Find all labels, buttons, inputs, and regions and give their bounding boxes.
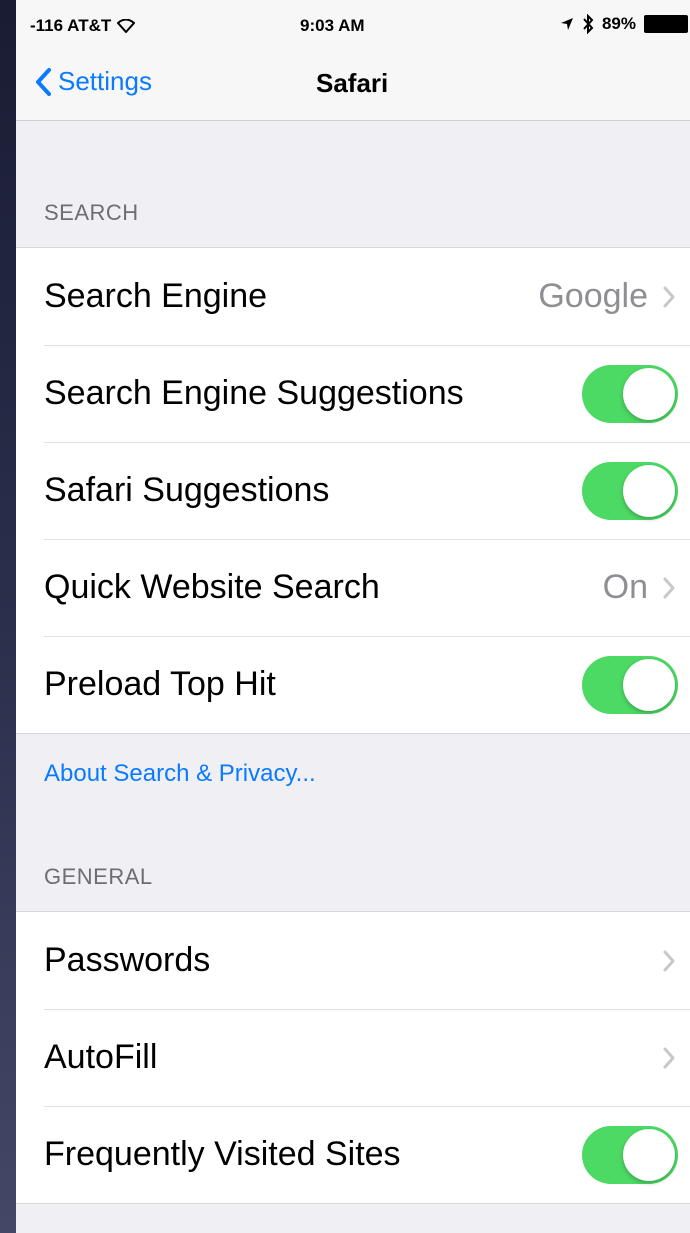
chevron-right-icon	[663, 1047, 675, 1068]
toggle-knob	[623, 464, 675, 517]
navigation-bar: Settings Safari	[16, 50, 690, 121]
chevron-left-icon	[36, 67, 51, 96]
row-label: Passwords	[44, 941, 211, 979]
safari-settings-screen: -116 AT&T 9:03 AM 89% Settings Safari SE…	[16, 0, 690, 1233]
status-time: 9:03 AM	[300, 16, 365, 35]
row-label: Frequently Visited Sites	[44, 1135, 401, 1173]
row-safari-suggestions: Safari Suggestions	[16, 442, 690, 539]
frequently-visited-sites-toggle[interactable]	[582, 1125, 678, 1184]
carrier-signal: -116 AT&T	[30, 16, 112, 35]
page-title: Safari	[316, 68, 389, 98]
section-header-search: SEARCH	[44, 200, 139, 225]
chevron-right-icon	[663, 577, 675, 598]
row-label: Preload Top Hit	[44, 665, 276, 703]
toggle-knob	[623, 658, 675, 711]
row-autofill[interactable]: AutoFill	[16, 1009, 690, 1106]
status-left: -116 AT&T	[30, 16, 136, 36]
row-label: Quick Website Search	[44, 568, 380, 606]
status-right: 89%	[560, 14, 688, 34]
bluetooth-icon	[583, 14, 594, 34]
about-search-privacy-link[interactable]: About Search & Privacy...	[44, 760, 316, 788]
row-frequently-visited-sites: Frequently Visited Sites	[16, 1106, 690, 1203]
row-label: Search Engine Suggestions	[44, 374, 464, 412]
row-quick-website-search[interactable]: Quick Website Search On	[16, 539, 690, 636]
chevron-right-icon	[663, 950, 675, 971]
row-passwords[interactable]: Passwords	[16, 912, 690, 1009]
chevron-right-icon	[663, 286, 675, 307]
location-icon	[560, 18, 573, 30]
search-engine-suggestions-toggle[interactable]	[582, 364, 678, 423]
preload-top-hit-toggle[interactable]	[582, 655, 678, 714]
row-search-engine[interactable]: Search Engine Google	[16, 248, 690, 345]
battery-percent: 89%	[601, 14, 636, 33]
search-settings-group: Search Engine Google Search Engine Sugge…	[16, 247, 690, 734]
row-label: AutoFill	[44, 1038, 158, 1076]
row-search-engine-suggestions: Search Engine Suggestions	[16, 345, 690, 442]
toggle-knob	[623, 367, 675, 420]
section-header-general: GENERAL	[44, 864, 153, 889]
general-settings-group: Passwords AutoFill Frequently Visited Si…	[16, 911, 690, 1204]
row-preload-top-hit: Preload Top Hit	[16, 636, 690, 733]
wifi-icon	[117, 19, 136, 33]
row-value: On	[602, 568, 648, 606]
back-button-label: Settings	[58, 66, 152, 96]
back-button[interactable]: Settings	[34, 66, 152, 97]
toggle-knob	[623, 1128, 675, 1181]
row-value: Google	[538, 277, 648, 315]
row-label: Search Engine	[44, 277, 268, 315]
battery-icon	[644, 15, 688, 33]
safari-suggestions-toggle[interactable]	[582, 461, 678, 520]
row-label: Safari Suggestions	[44, 471, 330, 509]
status-bar: -116 AT&T 9:03 AM 89%	[16, 0, 690, 50]
